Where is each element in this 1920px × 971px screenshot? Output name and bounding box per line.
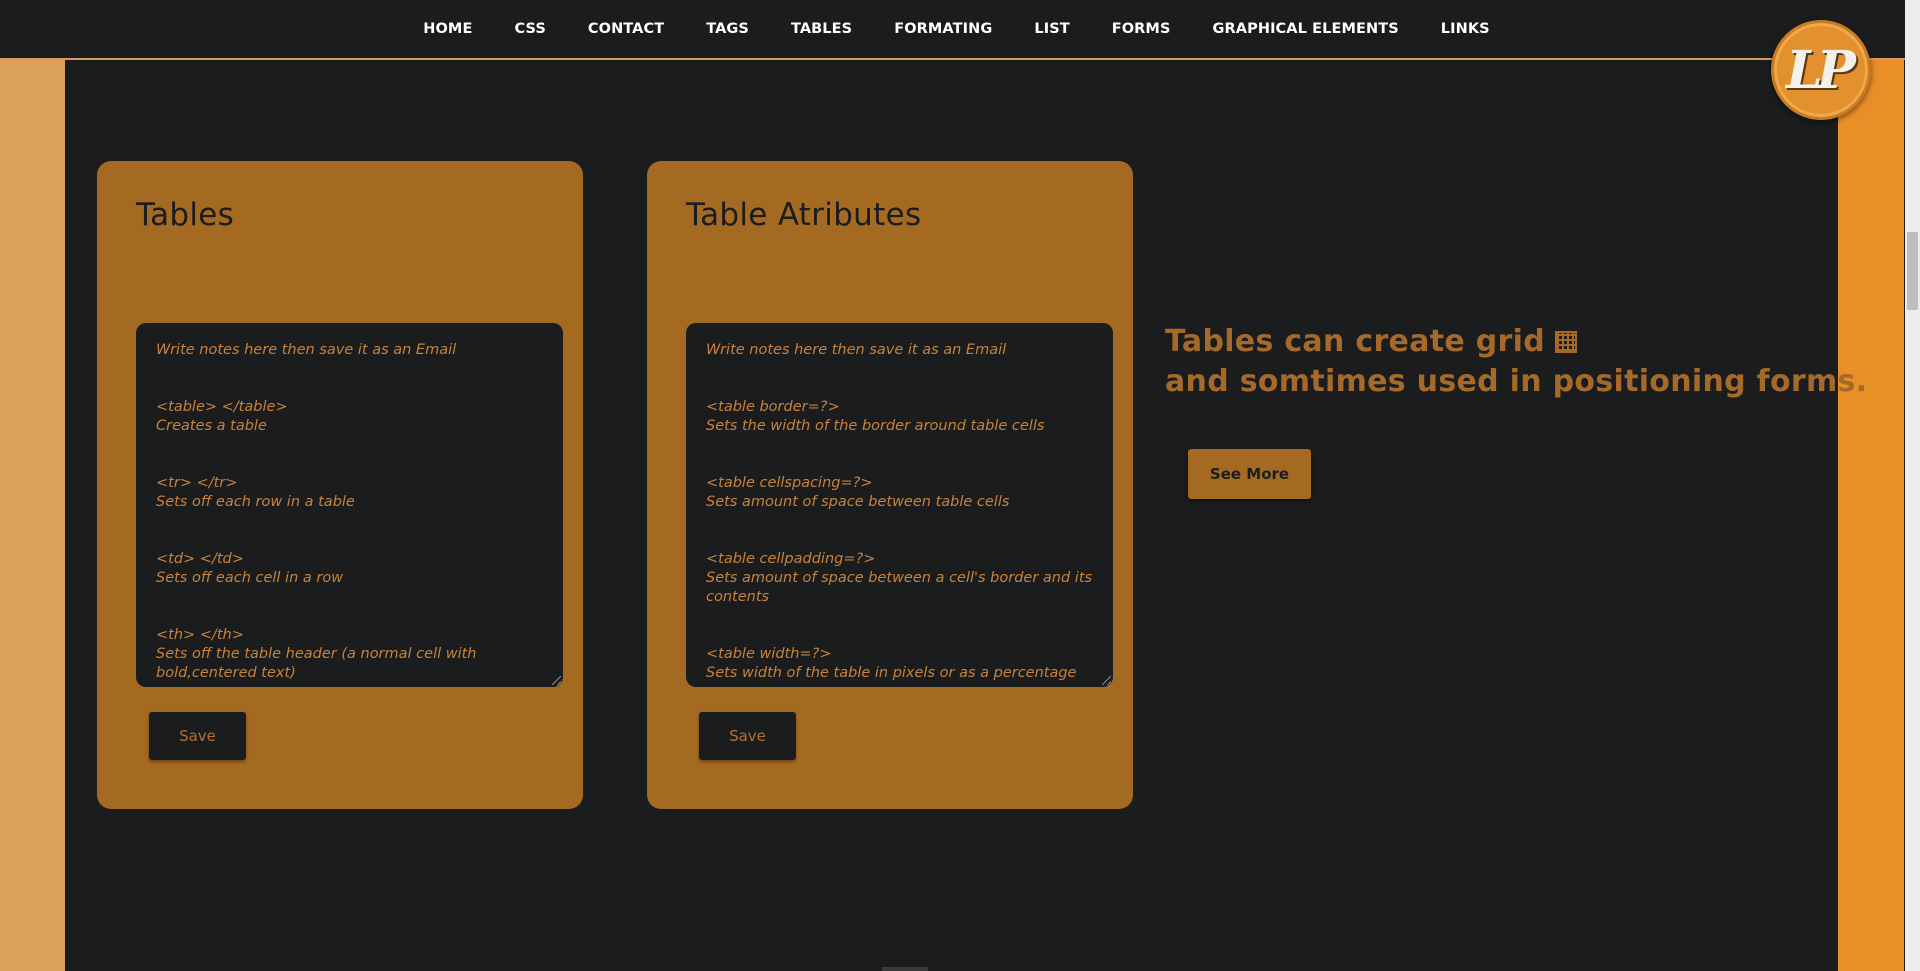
note-entry: <table cellpadding=?> Sets amount of spa… bbox=[706, 550, 1093, 607]
tables-description: Tables can create grid and somtimes used… bbox=[1165, 322, 1867, 402]
note-description: Sets off the table header (a normal cell… bbox=[156, 646, 477, 681]
note-description: Sets off each cell in a row bbox=[156, 570, 344, 586]
see-more-button[interactable]: See More bbox=[1188, 449, 1311, 499]
logo-text: LP bbox=[1786, 39, 1856, 101]
note-entry: <table cellspacing=?> Sets amount of spa… bbox=[706, 474, 1093, 512]
note-entry: <td> </td> Sets off each cell in a row bbox=[156, 550, 543, 588]
right-decor-bar bbox=[1838, 60, 1904, 971]
nav-link-css[interactable]: CSS bbox=[514, 21, 545, 37]
notes-textarea[interactable]: Write notes here then save it as an Emai… bbox=[686, 323, 1113, 687]
note-tag: <tr> </tr> bbox=[156, 475, 238, 491]
note-tag: <table border=?> bbox=[706, 399, 840, 415]
note-entry: <table> </table> Creates a table bbox=[156, 398, 543, 436]
note-description: Creates a table bbox=[156, 418, 267, 434]
note-entry: <table border=?> Sets the width of the b… bbox=[706, 398, 1093, 436]
note-tag: <th> </th> bbox=[156, 627, 244, 643]
scrollbar-track[interactable] bbox=[1905, 0, 1920, 971]
note-description: Sets amount of space between table cells bbox=[706, 494, 1010, 510]
save-button[interactable]: Save bbox=[699, 712, 796, 760]
note-entry: <tr> </tr> Sets off each row in a table bbox=[156, 474, 543, 512]
card-title: Table Atributes bbox=[686, 197, 922, 233]
note-description: Sets width of the table in pixels or as … bbox=[706, 665, 1077, 681]
bottom-divider bbox=[882, 967, 928, 971]
nav-link-formating[interactable]: FORMATING bbox=[894, 21, 992, 37]
notes-placeholder: Write notes here then save it as an Emai… bbox=[706, 342, 1007, 358]
card-title: Tables bbox=[136, 197, 235, 233]
nav-link-links[interactable]: LINKS bbox=[1441, 21, 1490, 37]
note-tag: <td> </td> bbox=[156, 551, 244, 567]
note-tag: <table> </table> bbox=[156, 399, 288, 415]
description-line-2: and somtimes used in positioning forms. bbox=[1165, 364, 1868, 399]
site-logo[interactable]: LP bbox=[1771, 20, 1871, 120]
note-description: Sets off each row in a table bbox=[156, 494, 355, 510]
resize-grip-icon[interactable] bbox=[552, 676, 561, 685]
top-navbar: HOME CSS CONTACT TAGS TABLES FORMATING L… bbox=[0, 0, 1905, 60]
notes-textarea[interactable]: Write notes here then save it as an Emai… bbox=[136, 323, 563, 687]
save-button[interactable]: Save bbox=[149, 712, 246, 760]
nav-link-graphical-elements[interactable]: GRAPHICAL ELEMENTS bbox=[1213, 21, 1399, 37]
resize-grip-icon[interactable] bbox=[1102, 676, 1111, 685]
note-entry: <table width=?> Sets width of the table … bbox=[706, 645, 1093, 683]
scrollbar-thumb[interactable] bbox=[1907, 232, 1918, 310]
note-description: Sets amount of space between a cell's bo… bbox=[706, 570, 1093, 605]
left-decor-bar bbox=[0, 60, 65, 971]
note-entry: <th> </th> Sets off the table header (a … bbox=[156, 626, 543, 683]
nav-link-tables[interactable]: TABLES bbox=[791, 21, 852, 37]
notes-placeholder: Write notes here then save it as an Emai… bbox=[156, 342, 457, 358]
nav-link-forms[interactable]: FORMS bbox=[1112, 21, 1171, 37]
note-tag: <table cellspacing=?> bbox=[706, 475, 873, 491]
table-attributes-card: Table Atributes Write notes here then sa… bbox=[647, 161, 1133, 809]
nav-link-list[interactable]: LIST bbox=[1034, 21, 1069, 37]
description-line-1: Tables can create grid bbox=[1165, 322, 1867, 362]
nav-link-tags[interactable]: TAGS bbox=[706, 21, 749, 37]
tables-card: Tables Write notes here then save it as … bbox=[97, 161, 583, 809]
grid-icon bbox=[1555, 331, 1578, 353]
nav-link-home[interactable]: HOME bbox=[423, 21, 472, 37]
nav-link-contact[interactable]: CONTACT bbox=[588, 21, 664, 37]
note-description: Sets the width of the border around tabl… bbox=[706, 418, 1045, 434]
description-line-1-text: Tables can create grid bbox=[1165, 324, 1546, 359]
note-tag: <table cellpadding=?> bbox=[706, 551, 876, 567]
note-tag: <table width=?> bbox=[706, 646, 832, 662]
nav-list: HOME CSS CONTACT TAGS TABLES FORMATING L… bbox=[0, 0, 1905, 58]
